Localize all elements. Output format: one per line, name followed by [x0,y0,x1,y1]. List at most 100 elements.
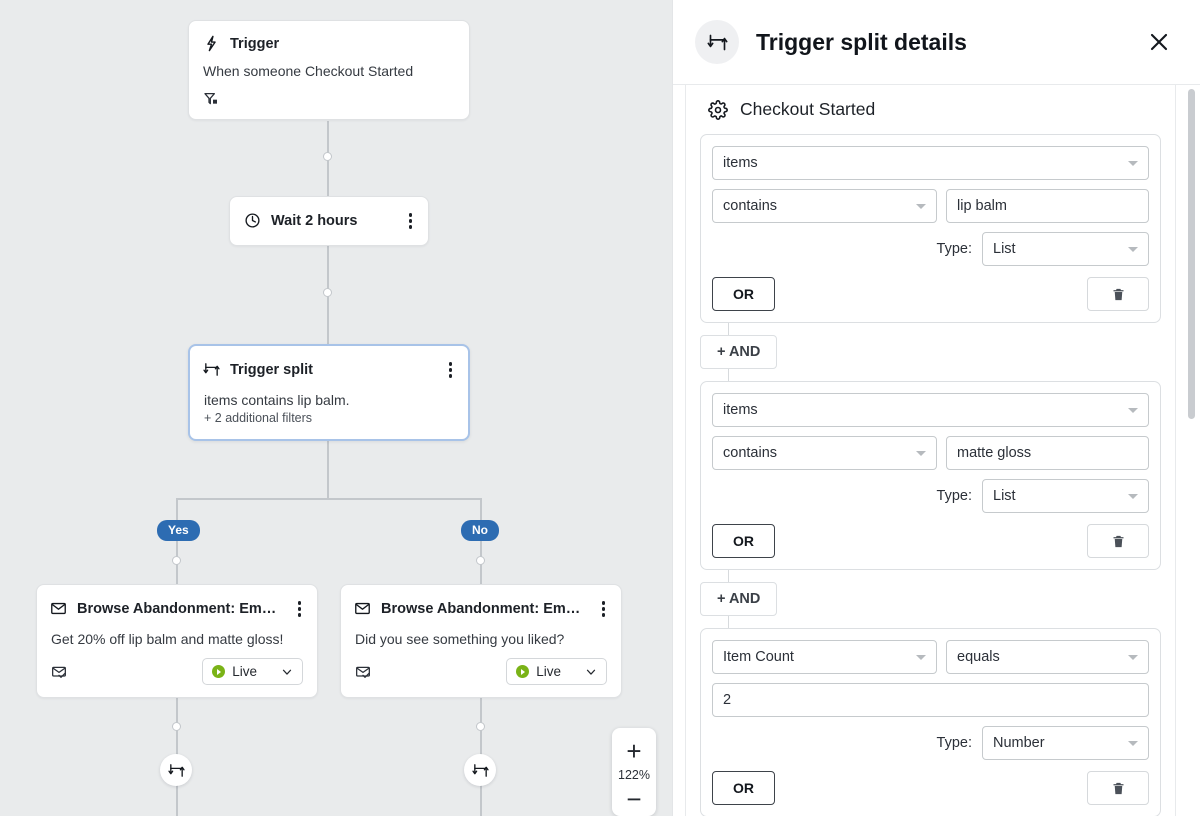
node-email-yes-menu-icon[interactable] [292,598,308,620]
connector-dot[interactable] [476,722,485,731]
connector-dot[interactable] [172,556,181,565]
value-input-text: matte gloss [957,445,1138,461]
filter-value-row: 2 [712,683,1149,717]
filter-group: items contains matte gloss [700,381,1161,570]
operator-select-value: contains [723,445,908,461]
details-panel: Trigger split details Checkout Started [672,0,1200,816]
filter-add-icon[interactable] [203,91,219,107]
node-email-no-footer: Live [341,648,621,697]
panel-split-icon [695,20,739,64]
node-email-yes-footer: Live [37,648,317,697]
group-actions: OR [712,771,1149,805]
chevron-down-icon [1128,655,1138,660]
connector-no [480,498,482,586]
chevron-down-icon [1128,494,1138,499]
connector-dot[interactable] [172,722,181,731]
or-button[interactable]: OR [712,277,775,311]
node-email-yes-header: Browse Abandonment: Email... [37,585,317,620]
type-select-value: Number [993,735,1120,751]
group-actions: OR [712,524,1149,558]
node-trigger[interactable]: Trigger When someone Checkout Started [188,20,470,120]
node-trigger-split[interactable]: Trigger split items contains lip balm. +… [188,344,470,441]
branch-label-no: No [461,520,499,541]
branch-bar [176,498,481,500]
panel-header: Trigger split details [673,0,1200,85]
operator-select[interactable]: contains [712,189,937,223]
operator-select[interactable]: equals [946,640,1149,674]
envelope-icon [354,600,371,617]
node-trigger-split-menu-icon[interactable] [443,359,459,381]
add-and-button[interactable]: + AND [700,335,777,369]
type-select[interactable]: List [982,232,1149,266]
chevron-down-icon [1128,741,1138,746]
node-trigger-split-subtitle: items contains lip balm. [190,381,468,410]
live-play-icon [212,665,225,678]
filter-operator-row: contains lip balm [712,189,1149,223]
panel-body[interactable]: Checkout Started items contains [673,85,1200,816]
node-trigger-subtitle: When someone Checkout Started [189,52,469,81]
delete-group-button[interactable] [1087,524,1149,558]
connector-dot[interactable] [476,556,485,565]
group-actions: OR [712,277,1149,311]
connector-dot[interactable] [323,288,332,297]
trash-icon [1111,781,1126,796]
delete-group-button[interactable] [1087,277,1149,311]
zoom-in-button[interactable]: + [626,738,641,764]
zoom-control[interactable]: + 122% − [612,728,656,816]
delete-group-button[interactable] [1087,771,1149,805]
node-split-no-branch[interactable] [464,754,496,786]
node-split-yes-branch[interactable] [160,754,192,786]
node-email-no-title: Browse Abandonment: Email... [381,601,586,617]
node-email-no-menu-icon[interactable] [596,598,612,620]
add-and-button[interactable]: + AND [700,582,777,616]
envelope-check-icon[interactable] [355,664,371,680]
node-wait-menu-icon[interactable] [403,210,419,232]
close-icon[interactable] [1144,27,1174,57]
node-email-yes[interactable]: Browse Abandonment: Email... Get 20% off… [36,584,318,698]
node-email-no-header: Browse Abandonment: Email... [341,585,621,620]
node-email-no-subtitle: Did you see something you liked? [341,620,621,649]
connector-yes [176,498,178,586]
type-row: Type: Number [712,726,1149,760]
or-button[interactable]: OR [712,771,775,805]
envelope-icon [50,600,67,617]
node-trigger-split-header: Trigger split [190,346,468,381]
operator-select-value: contains [723,198,908,214]
value-input[interactable]: 2 [712,683,1149,717]
type-select[interactable]: Number [982,726,1149,760]
chevron-down-icon [1128,247,1138,252]
type-select[interactable]: List [982,479,1149,513]
node-email-no[interactable]: Browse Abandonment: Email... Did you see… [340,584,622,698]
field-select[interactable]: items [712,393,1149,427]
panel-title: Trigger split details [756,29,1127,56]
status-badge-live-yes[interactable]: Live [202,658,303,685]
node-wait[interactable]: Wait 2 hours [229,196,429,246]
chevron-down-icon [280,665,294,679]
filter-builder: Checkout Started items contains [685,85,1176,816]
zoom-out-button[interactable]: − [626,786,641,812]
operator-select[interactable]: contains [712,436,937,470]
value-input[interactable]: matte gloss [946,436,1149,470]
type-label: Type: [937,241,972,257]
node-email-yes-title: Browse Abandonment: Email... [77,601,282,617]
panel-scrollbar[interactable] [1188,89,1195,419]
and-connector-2: + AND [700,570,1161,628]
operator-select-value: equals [957,649,1120,665]
split-icon [168,762,185,779]
status-label: Live [536,664,561,679]
value-input[interactable]: lip balm [946,189,1149,223]
chevron-down-icon [916,204,926,209]
filter-group: items contains lip balm [700,134,1161,323]
envelope-check-icon[interactable] [51,664,67,680]
value-input-text: 2 [723,692,1138,708]
status-badge-live-no[interactable]: Live [506,658,607,685]
connector-dot[interactable] [323,152,332,161]
field-select[interactable]: Item Count [712,640,937,674]
trash-icon [1111,287,1126,302]
workflow-canvas[interactable]: Trigger When someone Checkout Started Wa… [0,0,672,816]
type-row: Type: List [712,479,1149,513]
field-select[interactable]: items [712,146,1149,180]
section-title: Checkout Started [740,99,875,120]
and-connector-1: + AND [700,323,1161,381]
or-button[interactable]: OR [712,524,775,558]
